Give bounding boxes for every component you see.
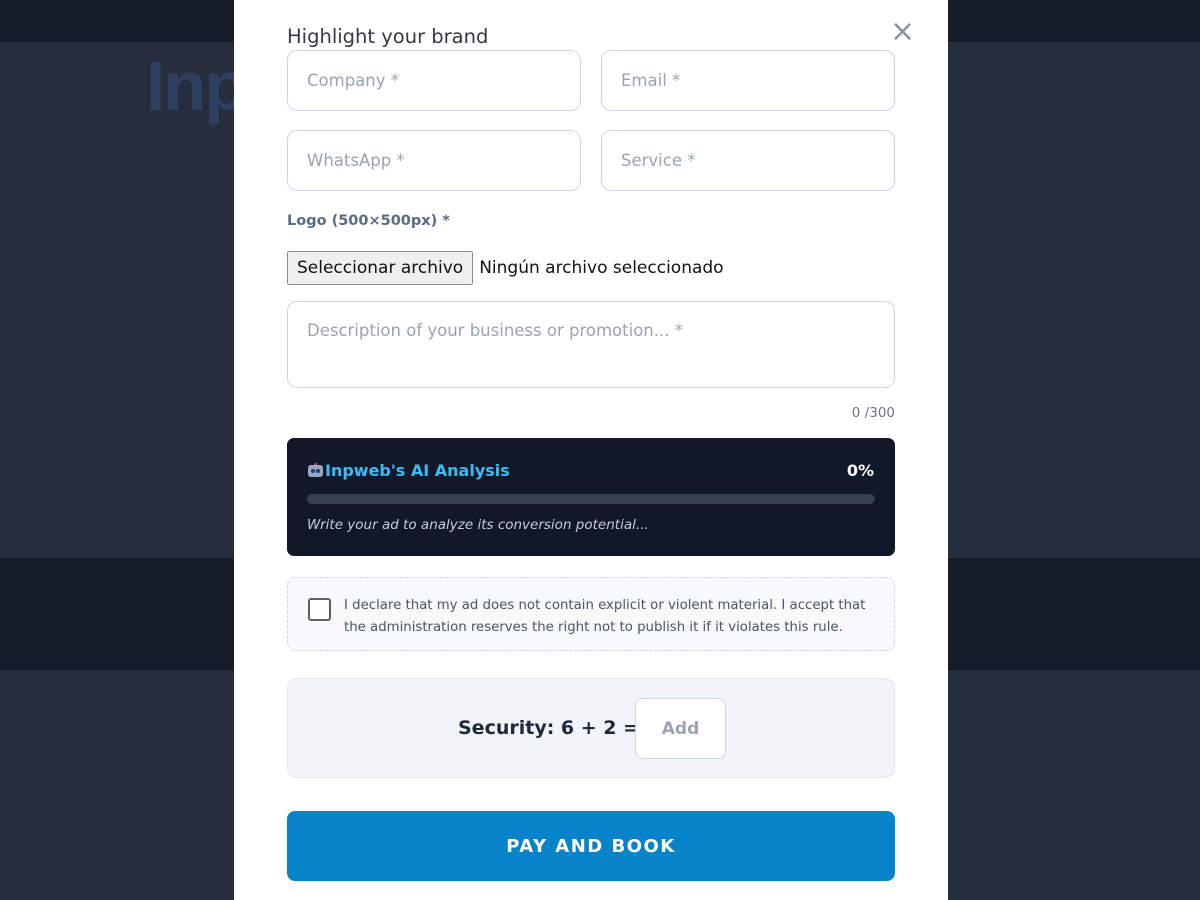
email-input[interactable]	[601, 50, 895, 111]
security-answer-input[interactable]	[635, 698, 726, 759]
pay-and-book-button[interactable]: PAY AND BOOK	[287, 811, 895, 881]
background-logo: Inp	[146, 47, 247, 125]
declaration-checkbox[interactable]	[308, 598, 331, 621]
declaration-text: I declare that my ad does not contain ex…	[344, 598, 866, 635]
security-question: Security: 6 + 2 =	[458, 717, 640, 739]
logo-file-picker: Seleccionar archivo Ningún archivo selec…	[287, 251, 724, 285]
modal-title: Highlight your brand	[287, 25, 489, 48]
ai-score-percent: 0%	[846, 461, 874, 480]
security-check-box: Security: 6 + 2 =	[287, 678, 895, 778]
ai-analysis-title-text: Inpweb's AI Analysis	[325, 461, 510, 480]
service-input[interactable]	[601, 130, 895, 191]
ad-booking-modal: Highlight your brand × Logo (500×500px) …	[234, 0, 948, 900]
file-status: Ningún archivo seleccionado	[479, 258, 724, 278]
ai-analysis-title: Inpweb's AI Analysis	[307, 461, 510, 480]
whatsapp-input[interactable]	[287, 130, 581, 191]
close-icon[interactable]: ×	[890, 17, 915, 47]
char-counter: 0 /300	[851, 405, 895, 421]
ai-analysis-panel: Inpweb's AI Analysis 0% Write your ad to…	[287, 438, 895, 556]
company-input[interactable]	[287, 50, 581, 111]
logo-label: Logo (500×500px) *	[287, 213, 450, 229]
ai-analysis-hint: Write your ad to analyze its conversion …	[307, 517, 649, 533]
robot-icon	[307, 463, 324, 478]
choose-file-button[interactable]: Seleccionar archivo	[287, 251, 474, 285]
description-textarea[interactable]	[287, 301, 895, 388]
declaration-box: I declare that my ad does not contain ex…	[287, 577, 895, 651]
ai-progress-bar	[307, 494, 875, 504]
